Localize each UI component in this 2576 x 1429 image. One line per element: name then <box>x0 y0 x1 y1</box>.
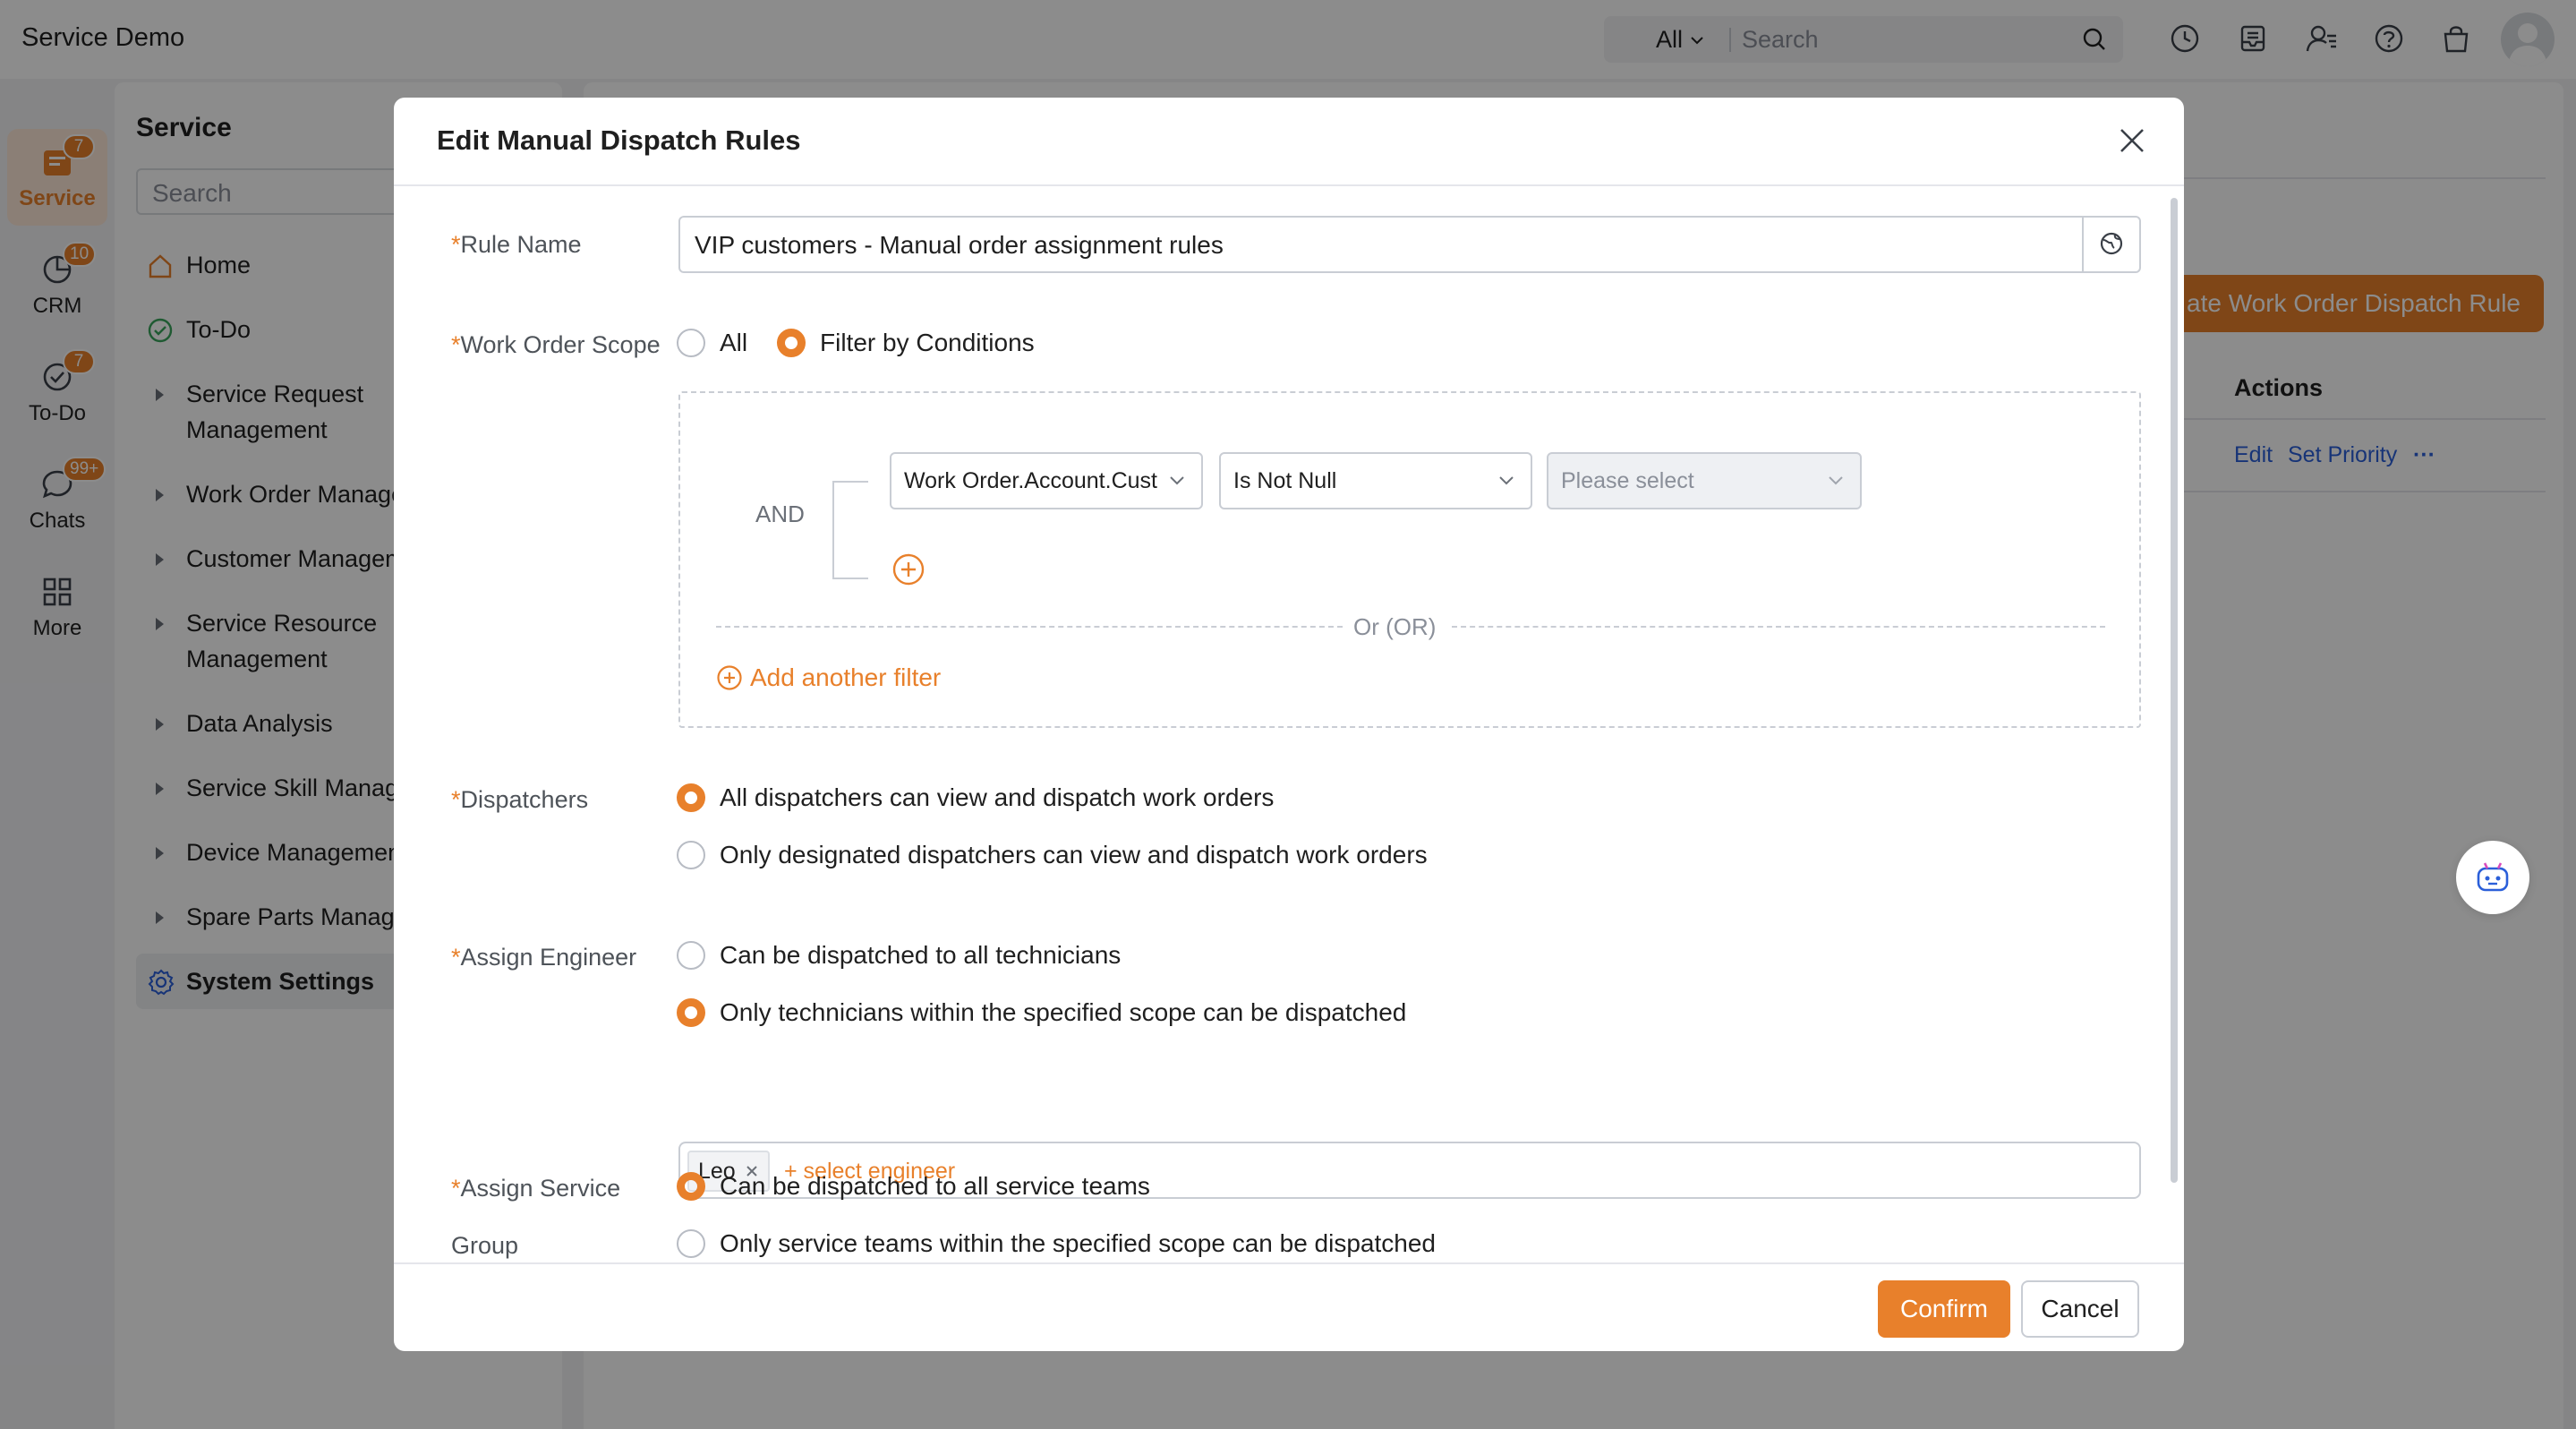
globe-icon <box>2100 232 2123 255</box>
field-label-text: Assign Engineer <box>460 944 637 971</box>
required-mark: * <box>451 1175 461 1202</box>
condition-field-select[interactable]: Work Order.Account.Cust <box>890 452 1203 509</box>
add-filter-label: Add another filter <box>750 663 942 691</box>
robot-icon <box>2477 862 2509 892</box>
confirm-button[interactable]: Confirm <box>1878 1280 2010 1338</box>
group-radio-all[interactable]: Can be dispatched to all service teams <box>677 1172 1150 1201</box>
edit-dispatch-rules-dialog: Edit Manual Dispatch Rules *Rule Name VI… <box>394 98 2184 1351</box>
cancel-button[interactable]: Cancel <box>2021 1280 2139 1338</box>
chevron-down-icon <box>1499 476 1514 485</box>
close-icon[interactable] <box>2116 124 2148 157</box>
plus-circle-icon <box>717 665 742 690</box>
radio-circle <box>677 841 705 869</box>
field-label-text: Assign Service <box>460 1175 621 1202</box>
and-label: AND <box>755 501 805 527</box>
and-bracket <box>832 481 868 579</box>
condition-value-placeholder: Please select <box>1561 468 1694 493</box>
work-order-scope-label: *Work Order Scope <box>451 316 661 373</box>
chevron-down-icon <box>1170 476 1184 485</box>
required-mark: * <box>451 786 461 813</box>
radio-circle <box>677 998 705 1027</box>
group-radio-scoped[interactable]: Only service teams within the specified … <box>677 1229 1436 1258</box>
dialog-scrollbar[interactable] <box>2171 198 2178 1183</box>
add-condition-icon[interactable] <box>891 552 925 586</box>
required-mark: * <box>451 944 461 971</box>
dialog-header: Edit Manual Dispatch Rules <box>394 98 2184 186</box>
radio-circle <box>777 329 806 357</box>
field-label-text: Work Order Scope <box>460 331 661 358</box>
dispatchers-radio-designated[interactable]: Only designated dispatchers can view and… <box>677 841 1428 869</box>
condition-operator-select[interactable]: Is Not Null <box>1219 452 1532 509</box>
condition-builder: AND Work Order.Account.Cust Is Not Null … <box>678 391 2141 728</box>
scope-radio-filter-by-conditions[interactable]: Filter by Conditions <box>777 329 1035 357</box>
radio-label: Can be dispatched to all technicians <box>720 941 1122 969</box>
scope-radio-all[interactable]: All <box>677 329 747 357</box>
radio-label: All dispatchers can view and dispatch wo… <box>720 783 1275 811</box>
radio-circle <box>677 783 705 812</box>
assign-engineer-label: *Assign Engineer <box>451 928 636 986</box>
dialog-body: *Rule Name VIP customers - Manual order … <box>394 187 2184 1262</box>
field-label-text: Rule Name <box>460 231 582 258</box>
or-label: Or (OR) <box>1353 613 1437 640</box>
radio-circle <box>677 941 705 970</box>
dialog-title: Edit Manual Dispatch Rules <box>437 124 801 156</box>
condition-operator-value: Is Not Null <box>1233 468 1337 493</box>
or-divider-right <box>1452 626 2105 628</box>
chevron-down-icon <box>1829 476 1843 485</box>
dialog-footer: Confirm Cancel <box>394 1262 2184 1351</box>
assign-service-group-label: *Assign Service <box>451 1159 620 1217</box>
radio-circle <box>677 1229 705 1258</box>
engineer-radio-all[interactable]: Can be dispatched to all technicians <box>677 941 1121 970</box>
translate-button[interactable] <box>2082 218 2139 271</box>
or-divider-left <box>716 626 1343 628</box>
assistant-bot-button[interactable] <box>2456 841 2529 914</box>
radio-label: Only service teams within the specified … <box>720 1229 1436 1257</box>
radio-circle <box>677 329 705 357</box>
add-another-filter-button[interactable]: Add another filter <box>716 663 941 692</box>
radio-circle <box>677 1172 705 1201</box>
rule-name-input[interactable]: VIP customers - Manual order assignment … <box>678 216 2141 273</box>
dispatchers-radio-all[interactable]: All dispatchers can view and dispatch wo… <box>677 783 1274 812</box>
radio-label: Can be dispatched to all service teams <box>720 1172 1150 1200</box>
assign-service-group-label-line2: Group <box>451 1232 519 1259</box>
radio-label: All <box>720 329 748 356</box>
radio-label: Only designated dispatchers can view and… <box>720 841 1428 869</box>
radio-label: Filter by Conditions <box>820 329 1035 356</box>
required-mark: * <box>451 231 461 258</box>
rule-name-label: *Rule Name <box>451 216 582 273</box>
condition-value-select: Please select <box>1547 452 1862 509</box>
rule-name-value: VIP customers - Manual order assignment … <box>695 231 1224 259</box>
dispatchers-label: *Dispatchers <box>451 771 588 828</box>
field-label-text: Dispatchers <box>460 786 589 813</box>
condition-field-value: Work Order.Account.Cust <box>904 468 1157 493</box>
engineer-radio-scoped[interactable]: Only technicians within the specified sc… <box>677 998 1406 1027</box>
radio-label: Only technicians within the specified sc… <box>720 998 1407 1026</box>
required-mark: * <box>451 331 461 358</box>
